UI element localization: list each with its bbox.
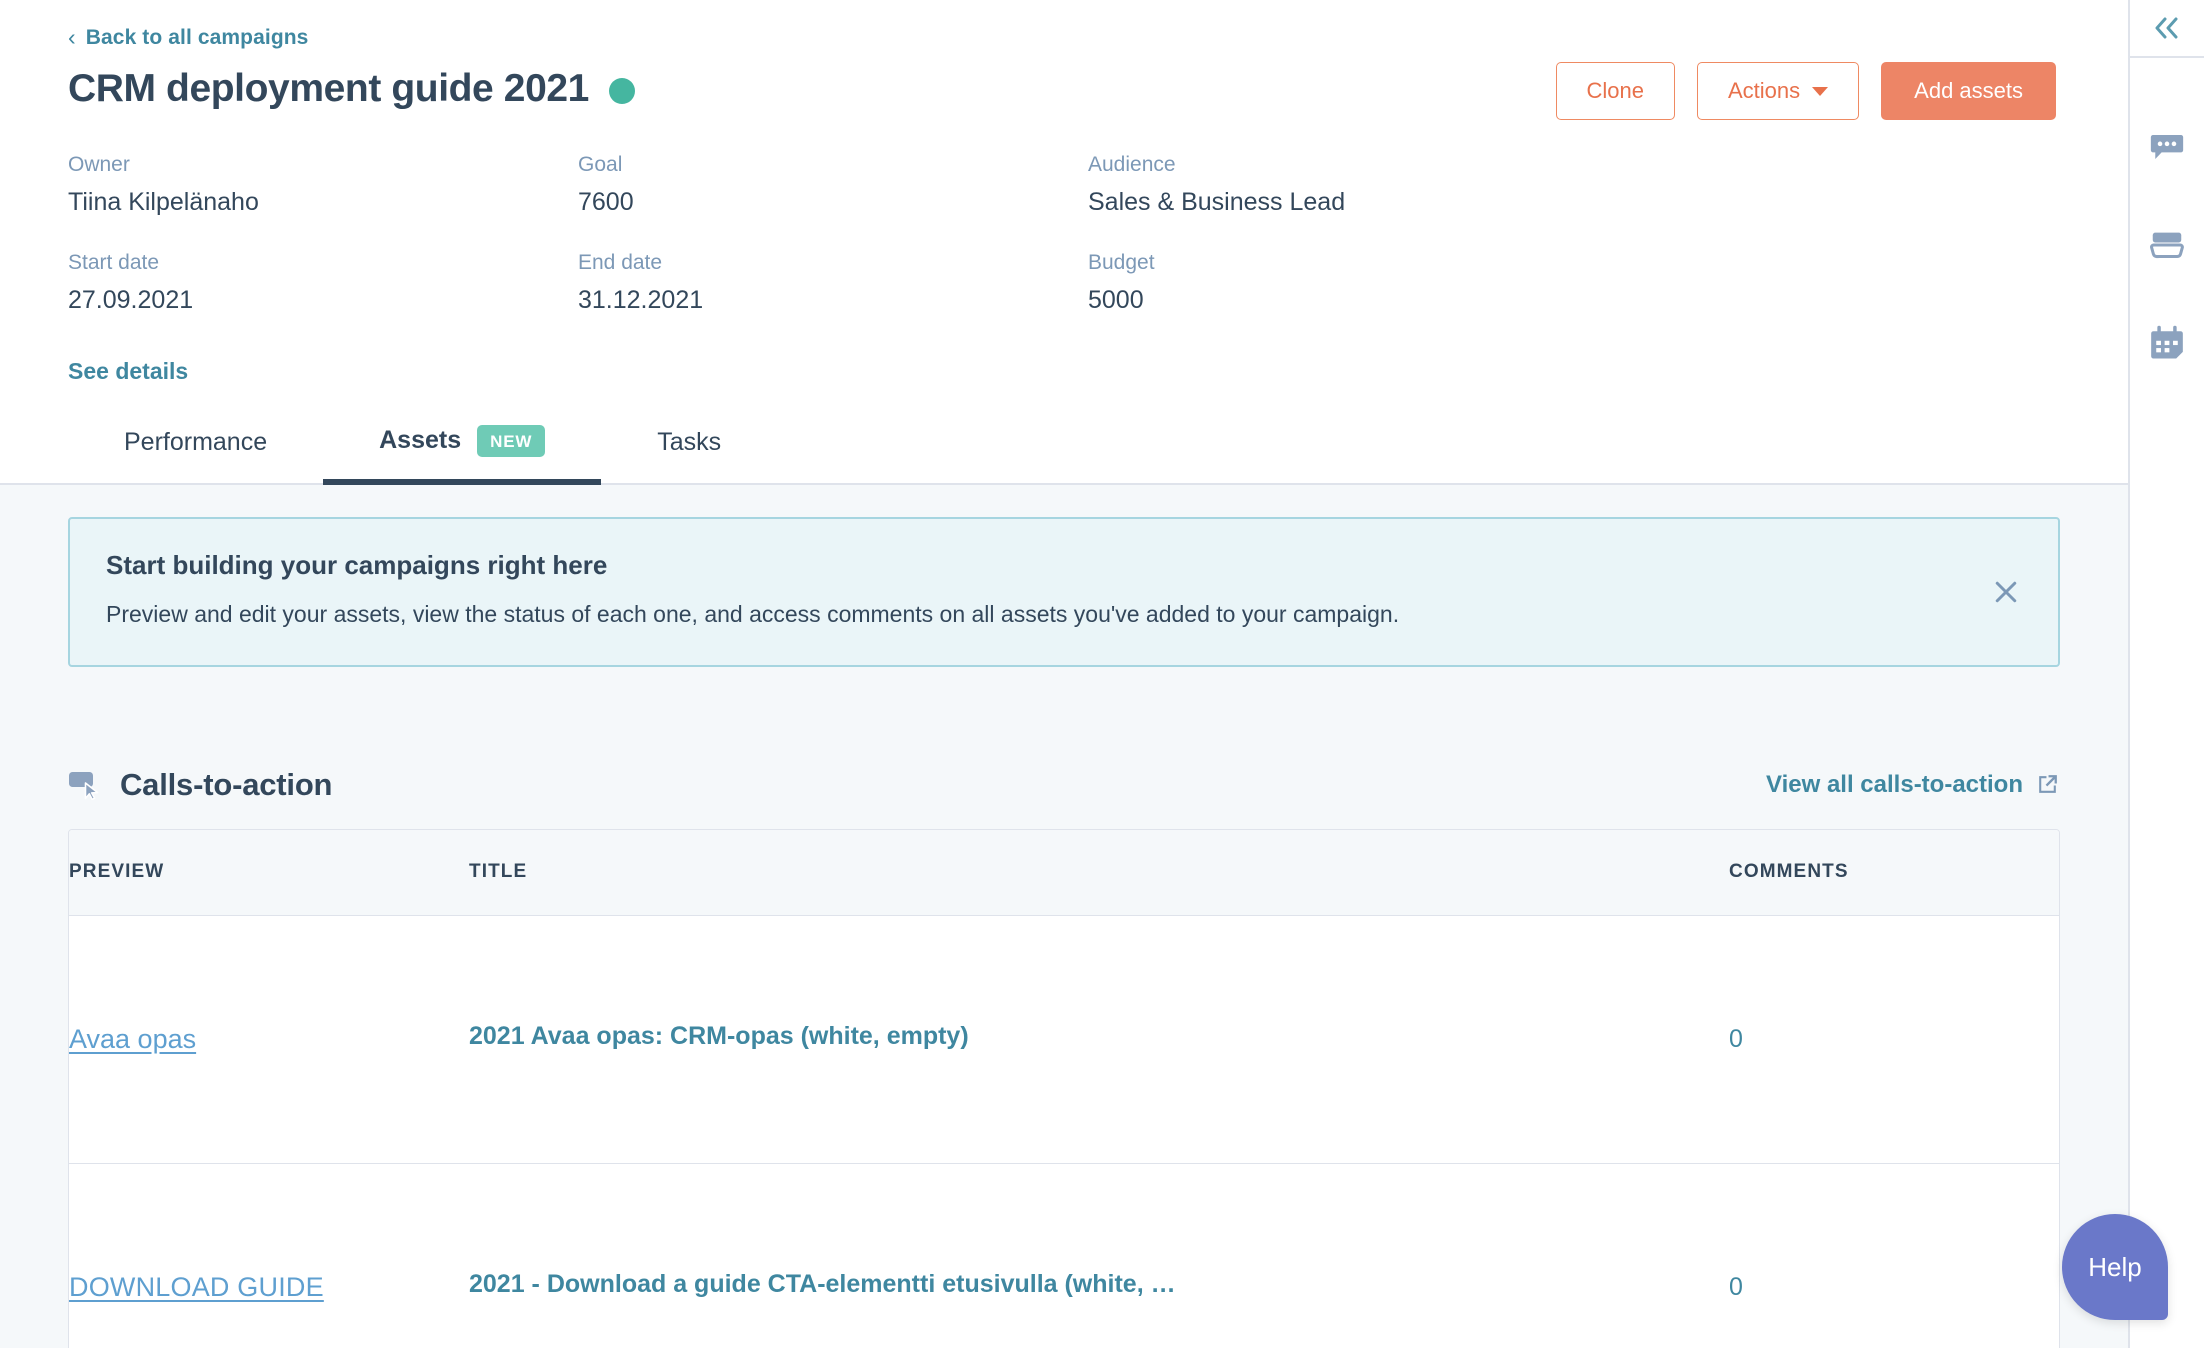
tab-tasks[interactable]: Tasks — [601, 428, 777, 485]
section-title: Calls-to-action — [120, 766, 333, 802]
banner-close-button[interactable] — [1988, 574, 2024, 610]
add-assets-button[interactable]: Add assets — [1881, 62, 2056, 120]
onboarding-banner: Start building your campaigns right here… — [68, 516, 2060, 667]
section-title-wrap: Calls-to-action — [68, 767, 332, 803]
card-deck-icon — [2150, 232, 2184, 259]
cta-title-link[interactable]: 2021 Avaa opas: CRM-opas (white, empty) — [469, 1022, 969, 1051]
tab-assets[interactable]: Assets NEW — [323, 424, 602, 485]
cta-title-link[interactable]: 2021 - Download a guide CTA-elementti et… — [469, 1270, 1176, 1299]
tab-performance-label: Performance — [124, 427, 268, 456]
double-chevron-left-icon — [2155, 17, 2178, 39]
cta-comments-count[interactable]: 0 — [1729, 1025, 1743, 1053]
column-header-preview: PREVIEW — [69, 829, 469, 917]
campaign-meta-grid: Owner Tiina Kilpelänaho Goal 7600 Audien… — [68, 151, 2060, 317]
tab-assets-new-badge: NEW — [477, 424, 546, 457]
add-assets-button-label: Add assets — [1914, 78, 2023, 103]
sidebar-item-calendar[interactable] — [2144, 320, 2190, 366]
status-dot-icon — [608, 77, 635, 104]
main-column: ‹ Back to all campaigns CRM deployment g… — [0, 0, 2128, 1348]
cta-preview-link[interactable]: DOWNLOAD GUIDE — [69, 1272, 324, 1302]
calls-to-action-section-header: Calls-to-action View all calls-to-action — [68, 767, 2060, 803]
chevron-left-icon: ‹ — [68, 23, 76, 50]
clone-button[interactable]: Clone — [1555, 62, 1675, 120]
cell-comments: 0 — [1729, 915, 2059, 1165]
calls-to-action-table-card: PREVIEW TITLE COMMENTS Avaa opas 2021 Av… — [68, 828, 2060, 1348]
right-sidebar-icons — [2144, 58, 2190, 366]
caret-down-icon — [1812, 86, 1829, 96]
see-details-link[interactable]: See details — [68, 358, 188, 385]
meta-start-date: Start date 27.09.2021 — [68, 249, 578, 317]
cell-preview: DOWNLOAD GUIDE — [69, 1164, 469, 1348]
table-body: Avaa opas 2021 Avaa opas: CRM-opas (whit… — [69, 915, 2059, 1348]
meta-audience: Audience Sales & Business Lead — [1088, 151, 2060, 219]
meta-end-date-value: 31.12.2021 — [578, 285, 704, 314]
view-all-label: View all calls-to-action — [1766, 770, 2023, 798]
meta-budget-label: Budget — [1088, 251, 1155, 275]
meta-audience-label: Audience — [1088, 153, 1176, 177]
header-actions: Clone Actions Add assets — [1555, 62, 2056, 120]
cell-title: 2021 - Download a guide CTA-elementti et… — [469, 1164, 1729, 1348]
tab-tasks-label: Tasks — [657, 427, 722, 456]
help-button-label: Help — [2088, 1251, 2142, 1282]
tab-performance[interactable]: Performance — [68, 428, 323, 485]
meta-goal: Goal 7600 — [578, 151, 1088, 219]
sidebar-item-chat[interactable] — [2144, 124, 2190, 170]
tab-assets-label: Assets — [379, 426, 462, 455]
meta-goal-label: Goal — [578, 153, 623, 177]
calls-to-action-table: PREVIEW TITLE COMMENTS Avaa opas 2021 Av… — [69, 829, 2059, 1348]
meta-budget-value: 5000 — [1088, 285, 1144, 314]
sidebar-item-card-deck[interactable] — [2144, 222, 2190, 268]
clone-button-label: Clone — [1586, 78, 1644, 103]
page-title: CRM deployment guide 2021 — [68, 66, 589, 110]
column-header-comments: COMMENTS — [1729, 829, 2059, 917]
page-body: Start building your campaigns right here… — [0, 484, 2128, 1348]
cta-preview-link[interactable]: Avaa opas — [69, 1024, 196, 1054]
campaign-assets-page: ‹ Back to all campaigns CRM deployment g… — [0, 0, 2204, 1348]
meta-owner-value: Tiina Kilpelänaho — [68, 187, 259, 216]
meta-owner-label: Owner — [68, 153, 130, 177]
view-all-calls-to-action-link[interactable]: View all calls-to-action — [1766, 771, 2060, 799]
table-head: PREVIEW TITLE COMMENTS — [69, 829, 2059, 917]
table-header-row: PREVIEW TITLE COMMENTS — [69, 829, 2059, 917]
actions-button-label: Actions — [1728, 78, 1801, 103]
external-link-icon — [2039, 775, 2057, 793]
meta-goal-value: 7600 — [578, 187, 634, 216]
collapse-sidebar-button[interactable] — [2130, 0, 2204, 58]
table-row: DOWNLOAD GUIDE 2021 - Download a guide C… — [69, 1164, 2059, 1348]
meta-start-date-label: Start date — [68, 251, 160, 275]
cell-preview: Avaa opas — [69, 915, 469, 1165]
close-icon — [1995, 581, 2017, 602]
campaign-tabs: Performance Assets NEW Tasks — [68, 423, 2060, 485]
meta-audience-value: Sales & Business Lead — [1088, 187, 1346, 216]
table-row: Avaa opas 2021 Avaa opas: CRM-opas (whit… — [69, 915, 2059, 1165]
page-header: ‹ Back to all campaigns CRM deployment g… — [0, 0, 2128, 485]
actions-button[interactable]: Actions — [1697, 62, 1860, 120]
cell-title: 2021 Avaa opas: CRM-opas (white, empty) — [469, 915, 1729, 1165]
right-sidebar — [2128, 0, 2204, 1348]
cta-comments-count[interactable]: 0 — [1729, 1273, 1743, 1301]
meta-end-date: End date 31.12.2021 — [578, 249, 1088, 317]
cell-comments: 0 — [1729, 1164, 2059, 1348]
help-button[interactable]: Help — [2062, 1214, 2168, 1320]
banner-title: Start building your campaigns right here — [106, 549, 608, 580]
meta-budget: Budget 5000 — [1088, 249, 2060, 317]
back-link-label: Back to all campaigns — [85, 26, 309, 49]
cta-button-cursor-icon — [69, 771, 99, 800]
back-to-all-campaigns-link[interactable]: ‹ Back to all campaigns — [68, 23, 309, 50]
column-header-title: TITLE — [469, 829, 1729, 917]
banner-text: Preview and edit your assets, view the s… — [106, 601, 1400, 628]
meta-owner: Owner Tiina Kilpelänaho — [68, 151, 578, 219]
meta-start-date-value: 27.09.2021 — [68, 285, 194, 314]
calendar-icon — [2151, 325, 2183, 359]
meta-end-date-label: End date — [578, 251, 663, 275]
chat-bubble-icon — [2150, 134, 2184, 160]
